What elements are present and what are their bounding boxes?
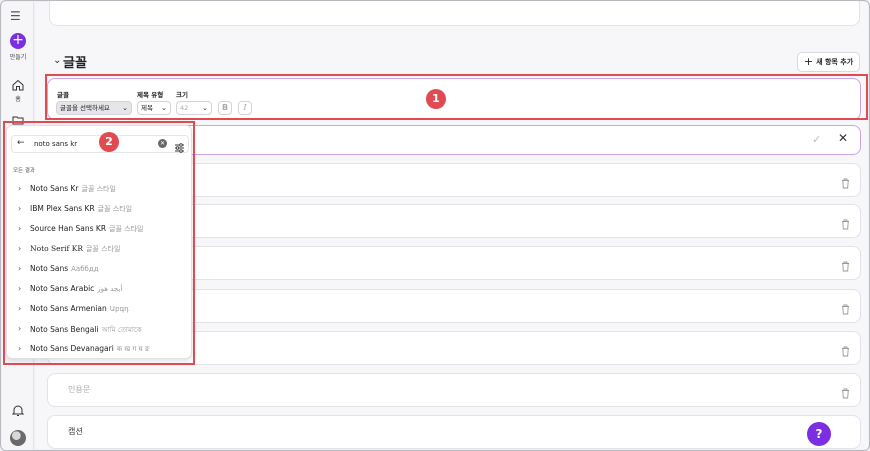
section-title: 글꼴 [63,56,87,71]
trash-icon[interactable] [841,300,850,319]
check-icon[interactable]: ✓ [812,133,821,146]
list-row-quote[interactable]: 인용문 [47,373,861,407]
help-button[interactable]: ? [807,422,831,446]
home-label: 홈 [15,96,21,103]
trash-icon[interactable] [841,215,850,234]
add-item-label: 새 항목 추가 [816,58,854,66]
list-row-caption[interactable]: 캡션 [47,415,861,449]
chevron-down-icon[interactable]: ⌄ [53,55,61,66]
trash-icon[interactable] [841,384,850,403]
menu-icon[interactable]: ☰ [10,9,21,23]
create-label: 만들기 [9,54,27,61]
previous-section-card [49,1,860,26]
trash-icon[interactable] [841,342,850,361]
trash-icon[interactable] [841,174,850,193]
avatar[interactable] [10,430,26,446]
trash-icon[interactable] [841,257,850,276]
annotation-box-1 [45,74,868,120]
plus-icon: + [803,55,814,68]
annotation-badge-1: 1 [426,89,446,109]
app-window: ☰ + 만들기 홈 ⌄ 글꼴 + 새 항목 추가 글꼴 글꼴을 선택하세요 ⌄ 제목… [0,0,870,451]
bell-icon[interactable] [11,402,25,421]
row-label: 캡션 [68,427,83,436]
home-icon[interactable] [12,76,24,95]
row-label: 인용문 [68,385,91,394]
annotation-box-2 [3,121,195,365]
close-icon[interactable]: ✕ [838,131,848,145]
add-item-button[interactable]: + 새 항목 추가 [797,52,860,72]
annotation-badge-2: 2 [99,132,119,152]
create-icon[interactable]: + [10,33,26,49]
